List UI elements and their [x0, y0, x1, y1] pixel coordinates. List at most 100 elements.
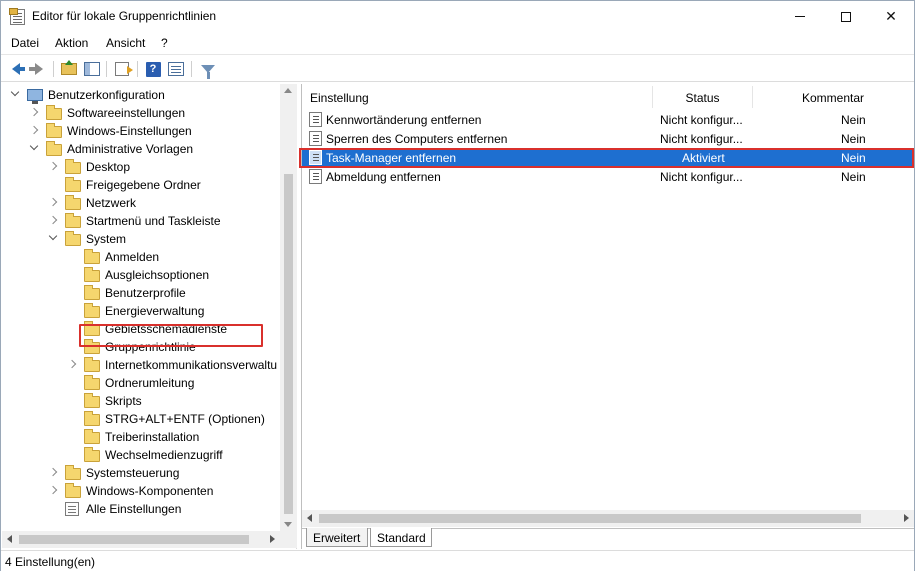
scroll-thumb[interactable]: [319, 514, 861, 523]
tree-pane[interactable]: Benutzerkonfiguration Softwareeinstellung…: [2, 84, 297, 549]
scroll-left-icon[interactable]: [7, 535, 12, 543]
tree-item[interactable]: Netzwerk: [2, 194, 282, 212]
chevron-down-icon[interactable]: [10, 87, 20, 97]
policy-comment: Nein: [841, 113, 866, 127]
policy-row[interactable]: Kennwortänderung entfernen Nicht konfigur…: [302, 110, 914, 129]
menu-aktion[interactable]: Aktion: [55, 36, 88, 50]
column-header-comment[interactable]: Kommentar: [753, 86, 913, 108]
folder-icon: [84, 393, 100, 408]
window-title: Editor für lokale Gruppenrichtlinien: [32, 9, 217, 23]
tree-item[interactable]: System: [2, 230, 282, 248]
toolbar-separator: [191, 61, 192, 77]
tree-item-label: Anmelden: [105, 250, 160, 264]
export-list-button[interactable]: [112, 59, 133, 79]
tree-item-label: Administrative Vorlagen: [67, 142, 194, 156]
minimize-button[interactable]: [777, 1, 823, 32]
tree-item[interactable]: Freigegebene Ordner: [2, 176, 282, 194]
folder-icon: [65, 177, 81, 192]
filter-button[interactable]: [198, 59, 218, 79]
tree-item[interactable]: Wechselmedienzugriff: [2, 446, 282, 464]
tree-item-label: System: [86, 232, 127, 246]
tree-item[interactable]: Treiberinstallation: [2, 428, 282, 446]
chevron-right-icon[interactable]: [48, 485, 58, 495]
tree-item[interactable]: Skripts: [2, 392, 282, 410]
scroll-right-icon[interactable]: [270, 535, 275, 543]
tree-item[interactable]: Startmenü und Taskleiste: [2, 212, 282, 230]
tree-item[interactable]: Administrative Vorlagen: [2, 140, 282, 158]
tree-item[interactable]: Windows-Komponenten: [2, 482, 282, 500]
export-list-icon: [115, 62, 133, 76]
close-button[interactable]: ✕: [868, 1, 914, 32]
chevron-right-icon[interactable]: [67, 359, 77, 369]
policy-setting-icon: [309, 169, 322, 184]
tree-item[interactable]: Desktop: [2, 158, 282, 176]
chevron-right-icon[interactable]: [48, 215, 58, 225]
folder-icon: [84, 303, 100, 318]
tree-item[interactable]: Benutzerkonfiguration: [2, 86, 282, 104]
filter-icon: [201, 65, 215, 79]
chevron-down-icon[interactable]: [29, 141, 39, 151]
column-header-setting[interactable]: Einstellung: [302, 86, 653, 108]
menu-ansicht[interactable]: Ansicht: [106, 36, 145, 50]
tree-item[interactable]: Systemsteuerung: [2, 464, 282, 482]
forward-button[interactable]: [29, 59, 49, 79]
minimize-icon: [795, 16, 805, 17]
tree-vertical-scrollbar[interactable]: [280, 84, 297, 531]
back-button[interactable]: [6, 59, 26, 79]
properties-button[interactable]: [166, 59, 186, 79]
scroll-thumb[interactable]: [19, 535, 249, 544]
chevron-down-icon[interactable]: [48, 231, 58, 241]
policy-comment: Nein: [841, 132, 866, 146]
folder-icon: [65, 231, 81, 246]
view-tabs: Erweitert Standard: [302, 528, 914, 549]
tab-standard[interactable]: Standard: [370, 528, 432, 547]
tree-item[interactable]: Ausgleichsoptionen: [2, 266, 282, 284]
show-hide-tree-button[interactable]: [82, 59, 102, 79]
up-button[interactable]: [59, 59, 79, 79]
tree-item[interactable]: Internetkommunikationsverwaltu: [2, 356, 282, 374]
tree-item[interactable]: Alle Einstellungen: [2, 500, 282, 518]
menu-help[interactable]: ?: [161, 36, 168, 50]
tree-item-label: Windows-Einstellungen: [67, 124, 192, 138]
folder-icon: [46, 141, 62, 156]
scroll-down-icon[interactable]: [284, 522, 292, 527]
help-button[interactable]: ?: [143, 59, 163, 79]
policy-row[interactable]: Abmeldung entfernen Nicht konfigur... Nein: [302, 167, 914, 186]
tree-item-label: Startmenü und Taskleiste: [86, 214, 221, 228]
forward-arrow-icon: [29, 63, 43, 75]
tree-item[interactable]: Benutzerprofile: [2, 284, 282, 302]
folder-icon: [46, 123, 62, 138]
tree-item-label: Internetkommunikationsverwaltu: [105, 358, 278, 372]
tree-item[interactable]: Windows-Einstellungen: [2, 122, 282, 140]
scroll-right-icon[interactable]: [904, 514, 909, 522]
chevron-right-icon[interactable]: [29, 107, 39, 117]
policy-status: Nicht konfigur...: [660, 113, 743, 127]
policy-setting-name: Abmeldung entfernen: [326, 170, 441, 184]
folder-icon: [65, 483, 81, 498]
scroll-up-icon[interactable]: [284, 88, 292, 93]
tab-erweitert[interactable]: Erweitert: [306, 528, 368, 547]
chevron-right-icon[interactable]: [48, 197, 58, 207]
chevron-right-icon[interactable]: [29, 125, 39, 135]
list-horizontal-scrollbar[interactable]: [302, 510, 914, 527]
tree-item[interactable]: Energieverwaltung: [2, 302, 282, 320]
tree-item[interactable]: Anmelden: [2, 248, 282, 266]
policy-setting-icon: [309, 112, 322, 127]
folder-icon: [65, 195, 81, 210]
scrollbar-corner: [280, 531, 297, 548]
tree-item[interactable]: Ordnerumleitung: [2, 374, 282, 392]
chevron-right-icon[interactable]: [48, 161, 58, 171]
annotation-highlight-row: [299, 148, 914, 168]
tree-horizontal-scrollbar[interactable]: [2, 531, 280, 548]
tree-item[interactable]: Softwareeinstellungen: [2, 104, 282, 122]
maximize-button[interactable]: [823, 1, 869, 32]
column-header-status[interactable]: Status: [653, 86, 753, 108]
policy-status: Nicht konfigur...: [660, 170, 743, 184]
chevron-right-icon[interactable]: [48, 467, 58, 477]
scroll-thumb[interactable]: [284, 174, 293, 514]
policy-row[interactable]: Sperren des Computers entfernen Nicht kon…: [302, 129, 914, 148]
scroll-left-icon[interactable]: [307, 514, 312, 522]
tree-item[interactable]: STRG+ALT+ENTF (Optionen): [2, 410, 282, 428]
tree-item-label: Treiberinstallation: [105, 430, 200, 444]
menu-datei[interactable]: Datei: [11, 36, 39, 50]
